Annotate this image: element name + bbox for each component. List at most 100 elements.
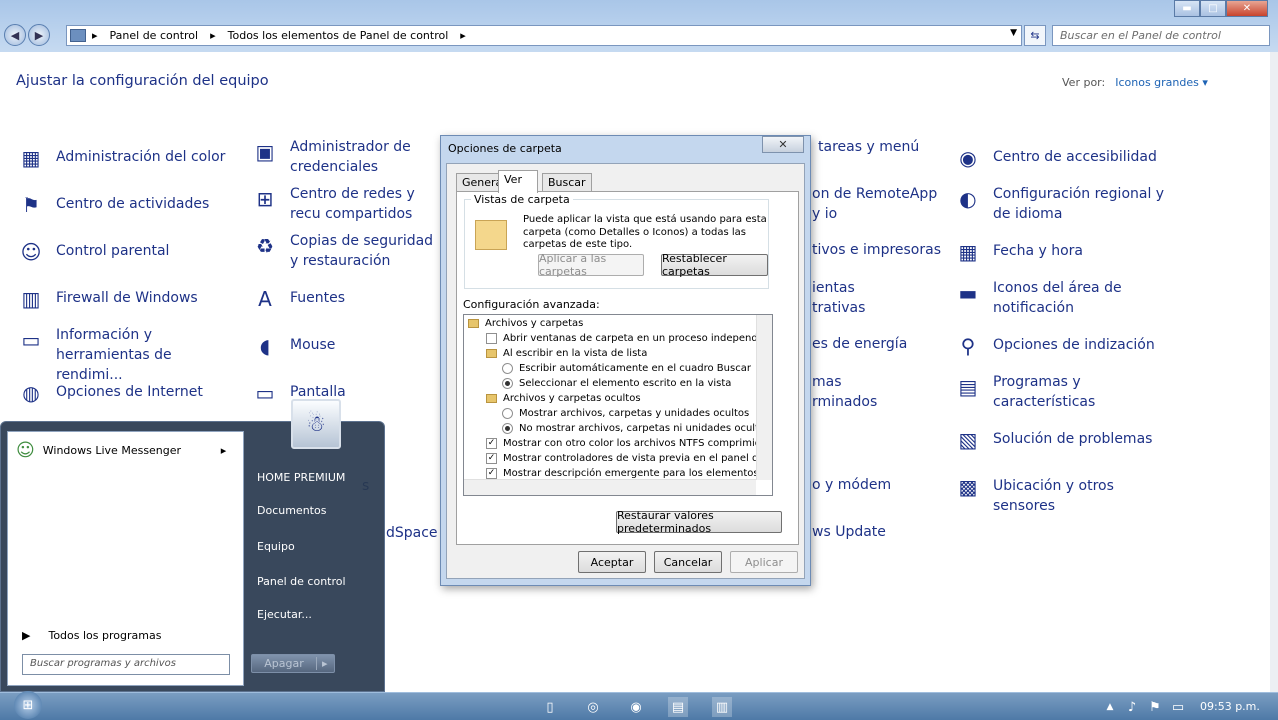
forward-button[interactable]: ▶ bbox=[28, 24, 50, 46]
item-display[interactable]: ▭ Pantalla bbox=[250, 378, 440, 408]
list-item[interactable]: ✓ Mostrar controladores de vista previa e… bbox=[486, 453, 772, 464]
scrollbar[interactable] bbox=[1270, 52, 1278, 692]
list-item[interactable]: Escribir automáticamente en el cuadro Bu… bbox=[502, 363, 751, 374]
chevron-down-icon[interactable]: ▼ bbox=[1010, 28, 1017, 38]
item-action-center[interactable]: ⚑ Centro de actividades bbox=[16, 190, 231, 220]
item-admin-tools[interactable]: ientas trativas bbox=[812, 278, 882, 318]
chevron-right-icon[interactable]: ▸ bbox=[86, 29, 104, 42]
control-panel-taskbar-icon[interactable]: ▤ bbox=[668, 697, 688, 717]
breadcrumb-item-all-items[interactable]: Todos los elementos de Panel de control bbox=[222, 29, 455, 42]
item-network-center[interactable]: ⊞ Centro de redes y recu compartidos bbox=[250, 184, 440, 224]
ok-button[interactable]: Aceptar bbox=[578, 551, 646, 573]
item-indexing[interactable]: ⚲ Opciones de indización bbox=[953, 331, 1168, 361]
item-performance[interactable]: ▭ Información y herramientas de rendimi..… bbox=[16, 325, 231, 385]
checkbox-checked[interactable]: ✓ bbox=[486, 438, 497, 449]
cancel-button[interactable]: Cancelar bbox=[654, 551, 722, 573]
start-button[interactable]: ⊞ bbox=[14, 691, 42, 719]
firewall-icon: ▥ bbox=[21, 287, 41, 311]
item-tray-icons[interactable]: ▬ Iconos del área de notificación bbox=[953, 278, 1168, 318]
item-taskbar-menu[interactable]: tareas y menú bbox=[818, 137, 938, 157]
media-taskbar-icon[interactable]: ◎ bbox=[583, 697, 603, 717]
minimize-button[interactable]: ▬ bbox=[1174, 0, 1200, 17]
start-right-equipo[interactable]: Equipo bbox=[257, 540, 295, 553]
breadcrumb-item-control-panel[interactable]: Panel de control bbox=[104, 29, 205, 42]
all-programs-link[interactable]: ▶ Todos los programas bbox=[22, 629, 161, 642]
apply-to-folders-button[interactable]: Aplicar a las carpetas bbox=[538, 252, 644, 278]
start-right-documentos[interactable]: Documentos bbox=[257, 504, 326, 517]
troubleshoot-icon: ▧ bbox=[958, 428, 978, 452]
item-internet-options[interactable]: ◍ Opciones de Internet bbox=[16, 378, 231, 408]
tab-buscar[interactable]: Buscar bbox=[542, 173, 592, 192]
start-right-ejecutar[interactable]: Ejecutar... bbox=[257, 608, 312, 621]
item-credentials[interactable]: ▣ Administrador de credenciales bbox=[250, 137, 440, 177]
checkbox-checked[interactable]: ✓ bbox=[486, 453, 497, 464]
dialog-close-button[interactable]: ✕ bbox=[762, 136, 804, 153]
radio-selected[interactable] bbox=[502, 423, 513, 434]
list-item[interactable]: Abrir ventanas de carpeta en un proceso … bbox=[486, 333, 772, 344]
item-windows-update[interactable]: ws Update bbox=[812, 522, 942, 542]
indexing-icon: ⚲ bbox=[960, 334, 976, 358]
clock[interactable]: 09:53 p.m. bbox=[1200, 700, 1260, 713]
list-item[interactable]: Seleccionar el elemento escrito en la vi… bbox=[502, 378, 731, 389]
item-mouse[interactable]: ◖ Mouse bbox=[250, 331, 440, 361]
view-by-dropdown[interactable]: Iconos grandes ▾ bbox=[1115, 76, 1208, 89]
back-button[interactable]: ◀ bbox=[4, 24, 26, 46]
restore-defaults-button[interactable]: Restaurar valores predeterminados bbox=[616, 509, 782, 535]
item-region[interactable]: ◐ Configuración regional y de idioma bbox=[953, 184, 1168, 224]
item-power-options[interactable]: es de energía bbox=[812, 334, 942, 354]
refresh-button[interactable]: ⇆ bbox=[1024, 25, 1046, 46]
radio[interactable] bbox=[502, 408, 513, 419]
chrome-taskbar-icon[interactable]: ◉ bbox=[626, 697, 646, 717]
checkbox-checked[interactable]: ✓ bbox=[486, 468, 497, 479]
window-controls: ▬ □ ✕ bbox=[1174, 0, 1268, 17]
item-sensors[interactable]: ▩ Ubicación y otros sensores bbox=[953, 472, 1168, 516]
item-fonts[interactable]: A Fuentes bbox=[250, 284, 440, 314]
start-right-panel-de-control[interactable]: Panel de control bbox=[257, 575, 346, 588]
program-item-messenger[interactable]: ☺ Windows Live Messenger ▸ bbox=[16, 440, 226, 461]
maximize-button[interactable]: □ bbox=[1200, 0, 1226, 17]
shutdown-button[interactable]: Apagar ▸ bbox=[251, 654, 335, 673]
apply-button[interactable]: Aplicar bbox=[730, 551, 798, 573]
advanced-settings-label: Configuración avanzada: bbox=[463, 298, 600, 311]
list-item[interactable]: No mostrar archivos, carpetas ni unidade… bbox=[502, 423, 770, 434]
item-default-programs[interactable]: mas rminados bbox=[812, 372, 882, 412]
start-search-input[interactable]: Buscar programas y archivos bbox=[22, 654, 230, 675]
folder-options-taskbar-icon[interactable]: ▥ bbox=[712, 697, 732, 717]
item-programs[interactable]: ▤ Programas y características bbox=[953, 372, 1168, 412]
item-date-time[interactable]: ▦ Fecha y hora bbox=[953, 237, 1168, 267]
network-icon[interactable]: ▭ bbox=[1168, 697, 1188, 717]
radio-selected[interactable] bbox=[502, 378, 513, 389]
chevron-right-icon[interactable]: ▸ bbox=[204, 29, 222, 42]
start-right-home-premium[interactable]: HOME PREMIUM bbox=[257, 471, 345, 484]
item-parental-control[interactable]: ☺ Control parental bbox=[16, 237, 231, 267]
volume-icon[interactable]: ♪ bbox=[1122, 697, 1142, 717]
tab-ver[interactable]: Ver bbox=[498, 170, 538, 193]
checkbox[interactable] bbox=[486, 333, 497, 344]
list-vertical-scrollbar[interactable] bbox=[756, 315, 772, 480]
item-phone-modem[interactable]: o y módem bbox=[812, 475, 942, 495]
user-avatar[interactable]: ☃ bbox=[291, 399, 341, 449]
advanced-settings-list[interactable]: Archivos y carpetas Abrir ventanas de ca… bbox=[463, 314, 773, 496]
reset-folders-button[interactable]: Restablecer carpetas bbox=[661, 252, 768, 278]
explorer-taskbar-icon[interactable]: ▯ bbox=[540, 697, 560, 717]
chevron-right-icon[interactable]: ▸ bbox=[316, 657, 328, 670]
item-firewall[interactable]: ▥ Firewall de Windows bbox=[16, 284, 231, 314]
item-devices-printers[interactable]: tivos e impresoras bbox=[812, 240, 942, 260]
address-bar[interactable]: ▸ Panel de control ▸ Todos los elementos… bbox=[66, 25, 1022, 46]
list-item[interactable]: ✓ Mostrar descripción emergente para los … bbox=[486, 468, 772, 479]
close-button[interactable]: ✕ bbox=[1226, 0, 1268, 17]
item-accessibility[interactable]: ◉ Centro de accesibilidad bbox=[953, 143, 1168, 173]
list-item[interactable]: Mostrar archivos, carpetas y unidades oc… bbox=[502, 408, 749, 419]
list-horizontal-scrollbar[interactable] bbox=[464, 479, 756, 495]
chevron-right-icon[interactable]: ▸ bbox=[454, 29, 472, 42]
list-item[interactable]: ✓ Mostrar con otro color los archivos NTF… bbox=[486, 438, 772, 449]
flag-icon[interactable]: ⚑ bbox=[1145, 697, 1165, 717]
title-bar: ▬ □ ✕ ◀ ▶ ▸ Panel de control ▸ Todos los… bbox=[0, 0, 1278, 52]
item-remoteapp[interactable]: on de RemoteApp y io bbox=[812, 184, 942, 224]
item-troubleshoot[interactable]: ▧ Solución de problemas bbox=[953, 425, 1168, 455]
radio[interactable] bbox=[502, 363, 513, 374]
show-hidden-icons[interactable]: ▲ bbox=[1100, 697, 1120, 717]
item-backup[interactable]: ♻ Copias de seguridad y restauración bbox=[250, 231, 440, 271]
search-input[interactable]: Buscar en el Panel de control bbox=[1052, 25, 1270, 46]
item-color-management[interactable]: ▦ Administración del color bbox=[16, 143, 231, 173]
